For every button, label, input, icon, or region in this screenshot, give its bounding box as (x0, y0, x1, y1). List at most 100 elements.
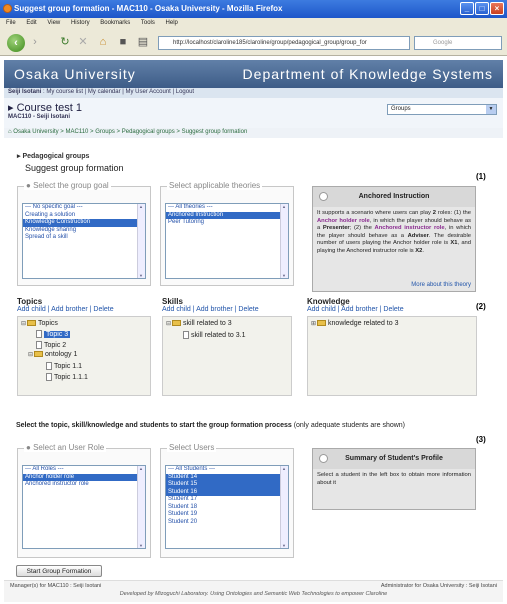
page-icon (46, 373, 52, 381)
tool-select[interactable]: Groups ▼ (387, 104, 497, 115)
user-name[interactable]: Seiji Isotani (8, 89, 41, 95)
scrollbar[interactable] (280, 204, 288, 278)
knowledge-header: Knowledge (307, 297, 350, 306)
window-title: Suggest group formation - MAC110 - Osaka… (14, 4, 283, 13)
info-bullet-icon (319, 454, 328, 463)
close-button[interactable]: × (490, 2, 504, 15)
stop-icon[interactable]: ✕ (76, 35, 90, 49)
list-option[interactable]: --- No specific goal --- (23, 204, 145, 212)
student-profile-title: Summary of Student's Profile (313, 449, 475, 469)
site-header: Osaka University Department of Knowledge… (4, 60, 503, 88)
info-bullet-icon (319, 192, 328, 201)
minimize-button[interactable]: _ (460, 2, 474, 15)
topics-tree: ⊟ Topics Topic 3 Topic 2 ⊟ ontology 1 Topi… (17, 316, 151, 396)
menu-tools[interactable]: Tools (141, 20, 155, 26)
knowledge-tree: ⊞ knowledge related to 3 (307, 316, 477, 396)
user-links[interactable]: My course list | My calendar | My User A… (46, 89, 194, 95)
topics-actions[interactable]: Add child | Add brother | Delete (17, 306, 114, 313)
theories-fieldset: Select applicable theories --- All theor… (160, 181, 294, 286)
goal-legend-text: Select the group goal (33, 181, 109, 190)
start-group-formation-button[interactable]: Start Group Formation (16, 565, 102, 577)
list-option[interactable]: Student 17 (166, 496, 288, 504)
list-option[interactable]: Student 16 (166, 488, 288, 496)
roles-listbox[interactable]: --- All Roles --- Anchor holder role Ancho… (22, 465, 146, 549)
list-option[interactable]: Spread of a skill (23, 234, 145, 242)
forward-button[interactable]: › (28, 35, 42, 49)
menu-file[interactable]: File (6, 20, 16, 26)
list-option[interactable]: --- All Roles --- (23, 466, 145, 474)
list-option[interactable]: --- All Students --- (166, 466, 288, 474)
user-bar: Seiji Isotani : My course list | My cale… (4, 88, 503, 98)
users-fieldset: Select Users --- All Students --- Student… (160, 443, 294, 558)
course-title[interactable]: ▸ Course test 1 (8, 101, 82, 114)
skills-tree: ⊟ skill related to 3 skill related to 3.1 (162, 316, 292, 396)
list-option[interactable]: Anchor holder role (23, 473, 145, 481)
menu-history[interactable]: History (71, 20, 90, 26)
list-option[interactable]: Peer Tutoring (166, 219, 288, 227)
reload-icon[interactable]: ↻ (58, 35, 72, 49)
goal-listbox[interactable]: --- No specific goal --- Creating a solut… (22, 203, 146, 279)
annotation-3: (3) (476, 435, 486, 444)
menu-help[interactable]: Help (166, 20, 178, 26)
theory-info-text: It supports a scenario where users can p… (317, 210, 472, 254)
course-title-text: Course test 1 (16, 102, 82, 114)
users-listbox[interactable]: --- All Students --- Student 14 Student 15… (165, 465, 289, 549)
screenshot-icon[interactable]: ■ (116, 35, 130, 49)
folder-icon (172, 320, 182, 327)
tree-node[interactable]: Topic 1.1.1 (46, 373, 88, 381)
tree-node-selected[interactable]: Topic 3 (44, 330, 71, 338)
list-option[interactable]: --- All theories --- (166, 204, 288, 212)
theory-info-box: Anchored Instruction It supports a scena… (312, 186, 476, 292)
list-option[interactable]: Anchored instructor role (23, 481, 145, 489)
url-input[interactable]: http://localhost/claroline185/claroline/… (158, 36, 410, 50)
tree-node[interactable]: ⊟ skill related to 3 (166, 320, 232, 327)
menu-view[interactable]: View (47, 20, 60, 26)
university-name: Osaka University (14, 66, 136, 82)
breadcrumb-text[interactable]: Osaka University > MAC110 > Groups > Ped… (13, 129, 247, 135)
course-subtitle: MAC110 - Seiji Isotani (8, 114, 71, 120)
search-input[interactable]: Google (414, 36, 502, 50)
menu-bookmarks[interactable]: Bookmarks (100, 20, 130, 26)
page-icon (183, 331, 189, 339)
back-button[interactable]: ‹ (7, 34, 25, 52)
folder-icon (34, 351, 44, 358)
theories-listbox[interactable]: --- All theories --- Anchored Instruction… (165, 203, 289, 279)
tree-node[interactable]: ⊞ knowledge related to 3 (311, 320, 398, 327)
list-option[interactable]: Student 20 (166, 519, 288, 527)
skills-actions[interactable]: Add child | Add brother | Delete (162, 306, 259, 313)
firefox-icon (3, 4, 12, 13)
footer-admin: Administrator for Osaka University : Sei… (380, 583, 497, 589)
more-about-theory-link[interactable]: More about this theory (411, 282, 471, 288)
maximize-button[interactable]: □ (475, 2, 489, 15)
scrollbar[interactable] (137, 466, 145, 548)
list-option[interactable]: Student 18 (166, 504, 288, 512)
print-icon[interactable]: ▤ (136, 35, 150, 49)
folder-icon (27, 320, 37, 327)
list-option[interactable]: Knowledge sharing (23, 227, 145, 235)
scrollbar[interactable] (280, 466, 288, 548)
topics-header: Topics (17, 297, 43, 306)
list-option[interactable]: Anchored Instruction (166, 211, 288, 219)
page-title: ▸ Pedagogical groups (17, 153, 90, 160)
tree-node[interactable]: skill related to 3.1 (183, 331, 245, 339)
list-option[interactable]: Student 19 (166, 511, 288, 519)
tree-node[interactable]: Topic 3 (36, 330, 71, 338)
menu-edit[interactable]: Edit (26, 20, 36, 26)
footer: Manager(s) for MAC110 : Seiji Isotani Ad… (4, 580, 503, 602)
scrollbar[interactable] (137, 204, 145, 278)
page-icon (36, 330, 42, 338)
list-option[interactable]: Student 14 (166, 473, 288, 481)
page-subtitle: Suggest group formation (25, 163, 124, 173)
page-title-text: Pedagogical groups (22, 153, 90, 160)
list-option[interactable]: Student 15 (166, 481, 288, 489)
tree-node[interactable]: Topic 1.1 (46, 362, 82, 370)
knowledge-actions[interactable]: Add child | Add brother | Delete (307, 306, 404, 313)
chevron-down-icon[interactable]: ▼ (486, 105, 496, 114)
list-option[interactable]: Creating a solution (23, 212, 145, 220)
list-option[interactable]: Knowledge Construction (23, 219, 145, 227)
department-name: Department of Knowledge Systems (242, 66, 493, 82)
home-icon[interactable]: ⌂ (96, 35, 110, 49)
tree-node[interactable]: Topic 2 (36, 341, 66, 349)
tree-node[interactable]: ⊟ Topics (21, 320, 58, 327)
tree-node[interactable]: ⊟ ontology 1 (28, 351, 77, 358)
